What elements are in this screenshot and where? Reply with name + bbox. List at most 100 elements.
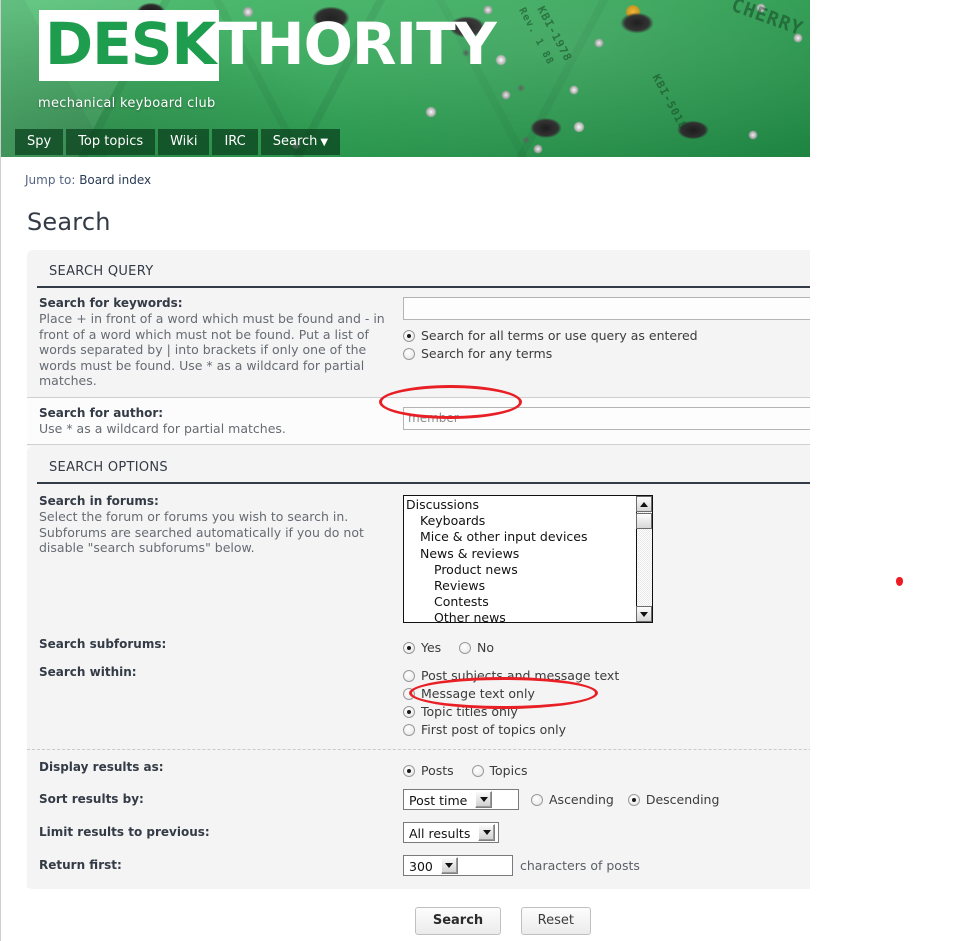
main-navigation: Spy Top topics Wiki IRC Search ▼: [15, 129, 341, 155]
keywords-option-label[interactable]: Search for all terms or use query as ent…: [421, 328, 698, 344]
radio-icon[interactable]: [403, 706, 415, 718]
forum-option[interactable]: Discussions: [406, 497, 652, 513]
search-query-heading: SEARCH QUERY: [37, 250, 810, 288]
return-first-label-block: Return first:: [27, 858, 403, 873]
subforums-option-yes[interactable]: Yes: [403, 640, 441, 656]
chevron-down-icon: ▼: [320, 137, 329, 148]
site-logo[interactable]: DESKTHORITY: [39, 10, 497, 81]
keywords-option-all-terms[interactable]: Search for all terms or use query as ent…: [403, 328, 810, 344]
sort-by-label: Sort results by:: [39, 791, 144, 806]
sort-direction-descending[interactable]: Descending: [627, 792, 720, 808]
nav-item-irc[interactable]: IRC: [212, 129, 258, 155]
site-banner: KBI-1978 Rev. 1 88 CHERRY KBI-5018 DESKT…: [1, 0, 810, 157]
radio-icon[interactable]: [403, 348, 415, 360]
forum-select-listbox[interactable]: Discussions Keyboards Mice & other input…: [403, 495, 653, 623]
author-row: Search for author: Use * as a wildcard f…: [27, 396, 810, 445]
scroll-up-icon[interactable]: [636, 496, 652, 512]
forums-description: Select the forum or forums you wish to s…: [39, 509, 364, 555]
forum-option[interactable]: Contests: [406, 594, 652, 610]
subforums-field-block: Yes No: [403, 637, 810, 657]
scroll-down-icon[interactable]: [636, 606, 652, 622]
radio-icon[interactable]: [403, 670, 415, 682]
breadcrumb: Jump to: Board index: [25, 173, 810, 187]
page-title: Search: [27, 208, 111, 236]
nav-item-top-topics[interactable]: Top topics: [66, 129, 156, 155]
return-first-select[interactable]: 300: [403, 855, 513, 876]
search-keywords-input[interactable]: [403, 297, 810, 320]
keywords-label-block: Search for keywords: Place + in front of…: [27, 296, 403, 389]
limit-results-label-block: Limit results to previous:: [27, 825, 403, 840]
search-within-option-label[interactable]: Message text only: [421, 686, 535, 702]
radio-icon[interactable]: [459, 642, 472, 654]
forum-option[interactable]: News & reviews: [406, 546, 652, 562]
radio-icon[interactable]: [531, 794, 543, 806]
sort-direction-label[interactable]: Descending: [646, 792, 720, 808]
chevron-down-icon[interactable]: [475, 791, 493, 808]
return-first-label: Return first:: [39, 857, 122, 872]
forum-option[interactable]: Product news: [406, 562, 652, 578]
nav-item-label: Search: [272, 134, 318, 149]
chevron-down-icon[interactable]: [440, 857, 458, 874]
radio-icon[interactable]: [471, 765, 484, 777]
display-as-option-topics[interactable]: Topics: [471, 763, 528, 779]
limit-results-label: Limit results to previous:: [39, 824, 210, 839]
forums-label: Search in forums:: [39, 494, 159, 508]
listbox-scrollbar[interactable]: [636, 496, 652, 622]
display-as-option-posts[interactable]: Posts: [403, 763, 454, 779]
breadcrumb-link-board-index[interactable]: Board index: [79, 173, 151, 187]
sort-by-row: Sort results by: Post time Ascending Des…: [27, 782, 810, 815]
forum-option[interactable]: Keyboards: [406, 513, 652, 529]
subforums-option-label[interactable]: Yes: [421, 640, 441, 656]
keywords-row: Search for keywords: Place + in front of…: [27, 288, 810, 397]
nav-item-wiki[interactable]: Wiki: [158, 129, 210, 155]
reset-button[interactable]: Reset: [520, 907, 591, 935]
search-within-option-topic-titles[interactable]: Topic titles only: [403, 704, 810, 720]
search-within-row: Search within: Post subjects and message…: [27, 659, 810, 749]
display-as-row: Display results as: Posts Topics: [27, 749, 810, 782]
search-within-option-label[interactable]: Post subjects and message text: [421, 668, 619, 684]
forum-option[interactable]: Mice & other input devices: [406, 529, 652, 545]
forum-option[interactable]: Reviews: [406, 578, 652, 594]
nav-item-label: Spy: [27, 134, 52, 149]
limit-results-value: All results: [409, 826, 471, 841]
author-label-block: Search for author: Use * as a wildcard f…: [27, 406, 403, 437]
search-within-option-post-subjects[interactable]: Post subjects and message text: [403, 668, 810, 684]
search-within-option-first-post[interactable]: First post of topics only: [403, 722, 810, 738]
sort-direction-ascending[interactable]: Ascending: [531, 792, 614, 808]
display-as-option-label[interactable]: Topics: [490, 763, 528, 779]
subforums-row: Search subforums: Yes No: [27, 633, 810, 659]
keywords-option-any-terms[interactable]: Search for any terms: [403, 346, 810, 362]
cursor-marker: [896, 577, 903, 586]
search-within-option-message-text[interactable]: Message text only: [403, 686, 810, 702]
nav-item-spy[interactable]: Spy: [15, 129, 64, 155]
radio-icon[interactable]: [403, 765, 415, 777]
search-within-option-label[interactable]: First post of topics only: [421, 722, 566, 738]
subforums-label-block: Search subforums:: [27, 637, 403, 652]
subforums-option-no[interactable]: No: [459, 640, 494, 656]
forums-label-block: Search in forums: Select the forum or fo…: [27, 494, 403, 556]
radio-icon[interactable]: [403, 330, 415, 342]
radio-icon[interactable]: [627, 794, 640, 806]
sort-direction-label[interactable]: Ascending: [549, 792, 614, 808]
radio-icon[interactable]: [403, 688, 415, 700]
forums-row: Search in forums: Select the forum or fo…: [27, 484, 810, 633]
nav-item-search[interactable]: Search ▼: [260, 129, 341, 155]
display-as-option-label[interactable]: Posts: [421, 763, 454, 779]
subforums-option-label[interactable]: No: [477, 640, 494, 656]
search-author-input[interactable]: [403, 406, 810, 430]
breadcrumb-prefix: Jump to:: [25, 173, 76, 187]
forum-option[interactable]: Other news: [406, 610, 652, 622]
radio-icon[interactable]: [403, 642, 415, 654]
limit-results-select[interactable]: All results: [403, 822, 499, 843]
radio-icon[interactable]: [403, 724, 415, 736]
return-first-value: 300: [409, 859, 433, 874]
keywords-description: Place + in front of a word which must be…: [39, 311, 385, 388]
keywords-option-label[interactable]: Search for any terms: [421, 346, 552, 362]
search-within-label-block: Search within:: [27, 665, 403, 680]
chevron-down-icon[interactable]: [478, 824, 496, 841]
return-first-row: Return first: 300 characters of posts: [27, 848, 810, 888]
search-button[interactable]: Search: [415, 907, 501, 935]
sort-by-select[interactable]: Post time: [403, 789, 519, 810]
scrollbar-thumb[interactable]: [636, 513, 652, 529]
search-within-option-label[interactable]: Topic titles only: [421, 704, 518, 720]
